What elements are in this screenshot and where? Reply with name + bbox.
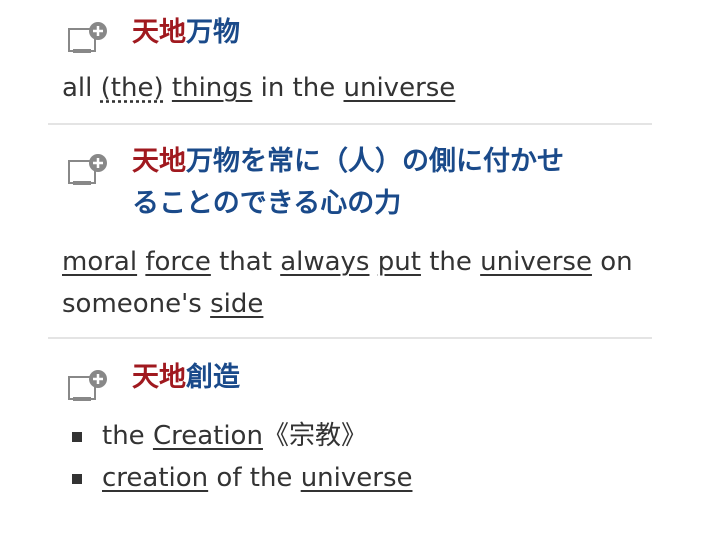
sense-list: the Creation《宗教》 creation of the univers… [62, 415, 652, 499]
word-link[interactable]: universe [301, 463, 413, 493]
entry-definition: all (the) things in the universe [62, 67, 652, 109]
dictionary-entry-2: 天地万物を常に（人）の側に付かせ ることのできる心の力 moral force … [62, 141, 652, 325]
entry-divider [48, 337, 652, 339]
add-to-wordbook-icon[interactable] [68, 21, 108, 55]
def-text: in the [252, 73, 343, 103]
def-text: the [102, 421, 153, 451]
word-link[interactable]: always [280, 247, 369, 277]
headword-rest: 万物を常に（人）の側に付かせ [186, 146, 564, 177]
entry-headword: 天地万物を常に（人）の側に付かせ ることのできる心の力 [62, 141, 652, 225]
entry-definition: moral force that always put the universe… [62, 241, 652, 325]
def-text: of the [208, 463, 301, 493]
word-link[interactable]: put [378, 247, 421, 277]
headword-rest: 万物 [186, 17, 240, 48]
def-text [164, 73, 172, 103]
entry-divider [48, 123, 652, 125]
add-to-wordbook-icon[interactable] [68, 153, 108, 187]
word-link[interactable]: universe [480, 247, 592, 277]
dictionary-entry-1: 天地万物 all (the) things in the universe [62, 12, 652, 109]
headword-highlight: 天地 [132, 17, 186, 48]
field-label: 《宗教》 [263, 421, 367, 451]
def-text: all [62, 73, 101, 103]
headword-highlight: 天地 [132, 146, 186, 177]
list-item: the Creation《宗教》 [62, 415, 652, 457]
word-link[interactable]: Creation [153, 421, 263, 451]
def-text: that [211, 247, 280, 277]
def-text [369, 247, 377, 277]
entry-headword: 天地万物 [62, 12, 652, 54]
entry-headword: 天地創造 [62, 357, 652, 399]
headword-line2: ることのできる心の力 [132, 188, 401, 219]
word-link[interactable]: force [145, 247, 210, 277]
word-link[interactable]: universe [344, 73, 456, 103]
add-to-wordbook-icon[interactable] [68, 369, 108, 403]
word-link[interactable]: things [172, 73, 252, 103]
dictionary-entry-3: 天地創造 the Creation《宗教》 creation of the un… [62, 357, 652, 499]
headword-highlight: 天地 [132, 362, 186, 393]
word-link[interactable]: creation [102, 463, 208, 493]
optional-word: (the) [101, 73, 164, 103]
def-text: the [421, 247, 480, 277]
word-link[interactable]: side [210, 289, 263, 319]
headword-rest: 創造 [186, 362, 240, 393]
list-item: creation of the universe [62, 457, 652, 499]
word-link[interactable]: moral [62, 247, 137, 277]
